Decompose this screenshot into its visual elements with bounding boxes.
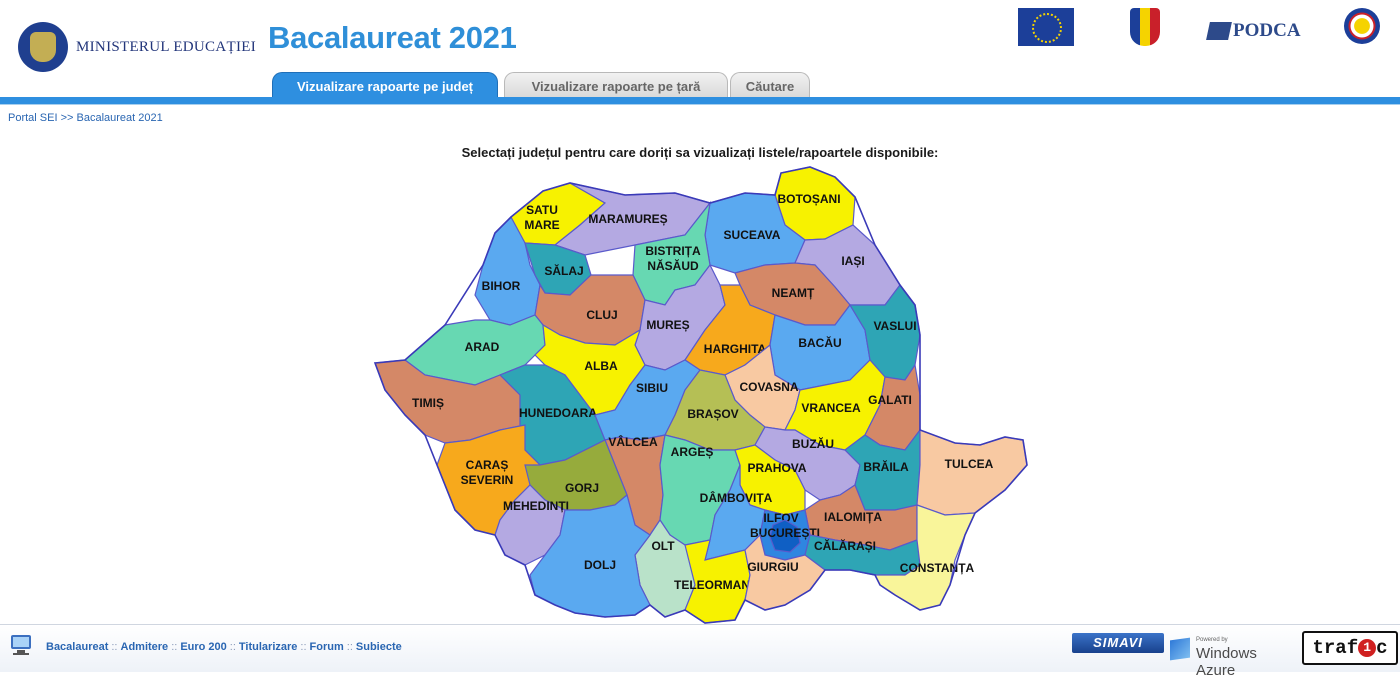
county-label-bistrita-nasaud[interactable]: NĂSĂUD bbox=[647, 258, 699, 273]
azure-text: Windows Azure bbox=[1196, 645, 1257, 679]
county-label-buzau[interactable]: BUZĂU bbox=[792, 436, 834, 451]
footer-link-bacalaureat[interactable]: Bacalaureat bbox=[46, 641, 108, 653]
county-label-mures[interactable]: MUREȘ bbox=[646, 318, 689, 332]
footer-link-forum[interactable]: Forum bbox=[310, 641, 344, 653]
footer-link-titularizare[interactable]: Titularizare bbox=[239, 641, 298, 653]
structural-funds-logo bbox=[1332, 8, 1392, 44]
trafic-counter-logo[interactable]: traf 1 c bbox=[1302, 631, 1398, 665]
county-map-svg: SATUMARE MARAMUREȘ BOTOȘANI SUCEAVA BIHOR SĂL… bbox=[373, 166, 1028, 624]
county-label-bacau[interactable]: BACĂU bbox=[798, 335, 841, 350]
county-label-alba[interactable]: ALBA bbox=[584, 359, 618, 373]
county-label-braila[interactable]: BRĂILA bbox=[863, 459, 909, 474]
windows-icon bbox=[1170, 637, 1190, 661]
county-label-hunedoara[interactable]: HUNEDOARA bbox=[519, 406, 597, 420]
footer-link-admitere[interactable]: Admitere bbox=[121, 641, 169, 653]
county-label-bistrita-nasaud[interactable]: BISTRIȚA bbox=[645, 244, 701, 258]
county-label-giurgiu[interactable]: GIURGIU bbox=[747, 560, 798, 574]
breadcrumb-separator: >> bbox=[60, 112, 74, 124]
county-label-timis[interactable]: TIMIȘ bbox=[412, 396, 444, 410]
county-label-galati[interactable]: GALATI bbox=[868, 393, 912, 407]
county-map: SATU MARE MARAMUREȘ BOTOȘANI SUCEAVA BIHOR SĂL… bbox=[365, 165, 1037, 625]
county-label-arges[interactable]: ARGEȘ bbox=[671, 445, 714, 459]
county-label-valcea[interactable]: VÂLCEA bbox=[608, 434, 658, 449]
county-label-calarasi[interactable]: CĂLĂRAȘI bbox=[814, 538, 876, 553]
breadcrumb-portal-link[interactable]: Portal SEI bbox=[8, 112, 58, 124]
ministry-name: MINISTERUL EDUCAȚIEI bbox=[76, 38, 257, 55]
footer-link-euro200[interactable]: Euro 200 bbox=[180, 641, 226, 653]
tab-underline bbox=[0, 97, 1400, 105]
county-tulcea[interactable]: TULCEA bbox=[916, 429, 1028, 516]
county-label-constanta[interactable]: CONSTANȚA bbox=[900, 561, 975, 575]
tab-country-reports[interactable]: Vizualizare rapoarte pe țară bbox=[504, 72, 728, 99]
county-label-vaslui[interactable]: VASLUI bbox=[873, 319, 916, 333]
county-label-covasna[interactable]: COVASNA bbox=[739, 380, 798, 394]
county-label-olt[interactable]: OLT bbox=[651, 539, 675, 553]
county-label-satu-mare[interactable]: SATU bbox=[526, 203, 558, 217]
ministry-seal-icon bbox=[18, 22, 68, 72]
county-label-brasov[interactable]: BRAȘOV bbox=[687, 407, 738, 421]
county-label-neamt[interactable]: NEAMȚ bbox=[772, 286, 815, 300]
county-label-arad[interactable]: ARAD bbox=[465, 340, 500, 354]
county-label-cluj[interactable]: CLUJ bbox=[586, 308, 617, 322]
county-label-dolj[interactable]: DOLJ bbox=[584, 558, 616, 572]
footer: Bacalaureat:: Admitere:: Euro 200:: Titular… bbox=[0, 624, 1400, 679]
podca-mark-icon bbox=[1206, 22, 1232, 40]
footer-links: Bacalaureat:: Admitere:: Euro 200:: Titular… bbox=[46, 641, 402, 653]
instruction-text: Selectați județul pentru care doriți sa … bbox=[461, 145, 939, 160]
header: MINISTERUL EDUCAȚIEI Bacalaureat 2021 PO… bbox=[0, 0, 1400, 105]
county-label-ialomita[interactable]: IALOMIȚA bbox=[824, 510, 882, 524]
county-label-caras-severin[interactable]: SEVERIN bbox=[461, 473, 514, 487]
county-label-vrancea[interactable]: VRANCEA bbox=[801, 401, 861, 415]
windows-azure-logo[interactable]: Powered by Windows Azure bbox=[1170, 635, 1294, 679]
county-label-teleorman[interactable]: TELEORMAN bbox=[674, 578, 750, 592]
tab-search[interactable]: Căutare bbox=[730, 72, 810, 99]
county-label-harghita[interactable]: HARGHITA bbox=[704, 342, 767, 356]
county-label-botosani[interactable]: BOTOȘANI bbox=[777, 192, 840, 206]
site-title: Bacalaureat 2021 bbox=[268, 20, 517, 55]
breadcrumb: Portal SEI >> Bacalaureat 2021 bbox=[8, 112, 163, 124]
county-label-suceava[interactable]: SUCEAVA bbox=[724, 228, 781, 242]
podca-logo: PODCA bbox=[1206, 20, 1308, 41]
county-label-mehedinti[interactable]: MEHEDINȚI bbox=[503, 499, 569, 513]
county-label-tulcea[interactable]: TULCEA bbox=[945, 457, 994, 471]
footer-link-subiecte[interactable]: Subiecte bbox=[356, 641, 402, 653]
computer-icon bbox=[11, 635, 31, 655]
eu-flag-icon bbox=[1018, 8, 1074, 46]
county-shape-tulcea[interactable] bbox=[916, 429, 1028, 516]
county-label-prahova[interactable]: PRAHOVA bbox=[747, 461, 806, 475]
county-label-sibiu[interactable]: SIBIU bbox=[636, 381, 668, 395]
tab-county-reports[interactable]: Vizualizare rapoarte pe județ bbox=[272, 72, 498, 99]
county-label-satu-mare[interactable]: MARE bbox=[524, 218, 559, 232]
crest-icon bbox=[1130, 8, 1160, 46]
tab-bar: Vizualizare rapoarte pe județ Vizualizar… bbox=[0, 72, 1400, 99]
county-label-gorj[interactable]: GORJ bbox=[565, 481, 599, 495]
podca-text: PODCA bbox=[1233, 20, 1301, 41]
county-label-maramures[interactable]: MARAMUREȘ bbox=[588, 212, 667, 226]
romania-crest-logo bbox=[1106, 8, 1184, 46]
azure-powered-text: Powered by bbox=[1196, 637, 1228, 643]
breadcrumb-current-link[interactable]: Bacalaureat 2021 bbox=[77, 112, 163, 124]
simavi-logo[interactable]: SIMAVI bbox=[1072, 633, 1164, 653]
county-label-bihor[interactable]: BIHOR bbox=[482, 279, 521, 293]
county-label-dambovita[interactable]: DÂMBOVIȚA bbox=[700, 490, 773, 505]
sun-icon bbox=[1344, 8, 1380, 44]
county-label-caras-severin[interactable]: CARAȘ bbox=[466, 458, 509, 472]
ministry-logo[interactable]: MINISTERUL EDUCAȚIEI bbox=[18, 22, 256, 72]
eu-flag-logo bbox=[1018, 8, 1074, 46]
county-label-iasi[interactable]: IAȘI bbox=[841, 254, 864, 268]
county-label-salaj[interactable]: SĂLAJ bbox=[544, 263, 583, 278]
